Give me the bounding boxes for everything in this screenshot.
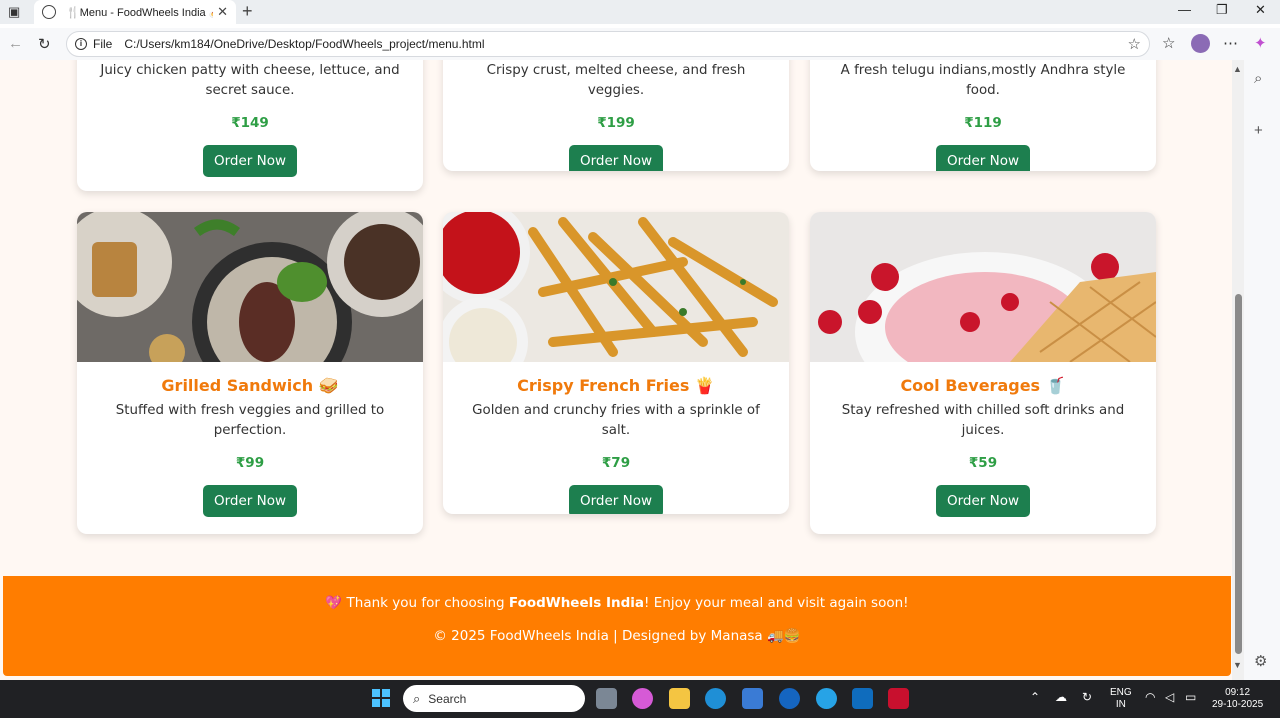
url-text[interactable]: C:/Users/km184/OneDrive/Desktop/FoodWhee… <box>124 37 1127 51</box>
back-icon[interactable]: ← <box>8 35 23 52</box>
cool-beverages-image <box>810 212 1156 362</box>
footer-thanks-suffix: ! Enjoy your meal and visit again soon! <box>644 595 909 611</box>
menu-card-burger: Juicy chicken patty with cheese, lettuce… <box>77 60 423 191</box>
page-content: Juicy chicken patty with cheese, lettuce… <box>0 60 1232 680</box>
card-description: Stuffed with fresh veggies and grilled t… <box>115 403 385 438</box>
copilot-icon[interactable]: ✦ <box>1254 34 1267 52</box>
language-top: ENG <box>1110 687 1132 698</box>
order-now-button[interactable]: Order Now <box>202 145 298 177</box>
footer-thanks-prefix: 💖 Thank you for choosing <box>325 595 509 611</box>
footer-brand: FoodWheels India <box>508 595 645 611</box>
page-scrollbar[interactable]: ▲ ▼ <box>1232 60 1244 680</box>
battery-icon[interactable]: ▭ <box>1185 691 1196 703</box>
site-footer: 💖 Thank you for choosing FoodWheels Indi… <box>3 576 1231 676</box>
file-explorer-icon[interactable] <box>669 688 690 709</box>
tab-menu[interactable]: 🍴Menu - FoodWheels India 🍝🥤 ✕ <box>34 0 236 24</box>
order-now-button[interactable]: Order Now <box>568 145 664 171</box>
task-view-icon[interactable] <box>596 688 617 709</box>
reload-icon[interactable]: ↻ <box>38 35 51 53</box>
order-now-button[interactable]: Order Now <box>935 485 1031 517</box>
hp-icon[interactable] <box>779 688 800 709</box>
menu-card-french-fries: Crispy French Fries 🍟 Golden and crunchy… <box>443 212 789 514</box>
chevron-up-icon[interactable]: ⌃ <box>1030 691 1040 703</box>
tab-strip: ▣ 🍴Menu - FoodWheels India 🍝🥤 ✕ + — ❐ ✕ <box>0 0 1280 24</box>
card-price: ₹199 <box>597 115 635 131</box>
address-bar: ← ↻ i File C:/Users/km184/OneDrive/Deskt… <box>0 28 1280 60</box>
menu-card-cool-beverages: Cool Beverages 🥤 Stay refreshed with chi… <box>810 212 1156 534</box>
windows-start-icon[interactable] <box>372 689 390 707</box>
scheme-label: File <box>93 37 113 51</box>
favorite-star-icon[interactable]: ☆ <box>1128 35 1141 53</box>
card-description: Golden and crunchy fries with a sprinkle… <box>472 403 760 438</box>
language-indicator[interactable]: ENG IN <box>1110 687 1132 711</box>
card-description: Crispy crust, melted cheese, and fresh v… <box>486 63 746 98</box>
side-panel: ⌕ + ⚙ <box>1244 60 1280 680</box>
footer-copyright: © 2025 FoodWheels India | Designed by Ma… <box>433 628 801 644</box>
tab-title: 🍴Menu - FoodWheels India 🍝🥤 <box>66 6 213 19</box>
window-close-icon[interactable]: ✕ <box>1255 2 1266 18</box>
card-title: Crispy French Fries 🍟 <box>517 376 715 395</box>
new-tab-button[interactable]: + <box>242 1 253 22</box>
french-fries-image <box>443 212 789 362</box>
order-now-button[interactable]: Order Now <box>202 485 298 517</box>
clock-time: 09:12 <box>1225 687 1251 698</box>
minimize-icon[interactable]: — <box>1178 2 1191 17</box>
add-icon[interactable]: + <box>1254 122 1263 139</box>
taskbar: ⌕ Search ⌃ ☁ ↻ ENG IN ◠ ◁ ▭ 09:12 29-10-… <box>0 680 1280 718</box>
card-price: ₹149 <box>231 115 269 131</box>
help-icon[interactable] <box>816 688 837 709</box>
card-price: ₹59 <box>968 455 998 471</box>
search-icon[interactable]: ⌕ <box>1254 70 1262 87</box>
globe-icon <box>42 5 56 19</box>
card-description: Stay refreshed with chilled soft drinks … <box>841 403 1125 438</box>
taskbar-search[interactable]: ⌕ Search <box>403 685 585 712</box>
settings-icon[interactable]: ⚙ <box>1254 652 1267 670</box>
clock[interactable]: 09:12 29-10-2025 <box>1212 687 1263 711</box>
scroll-down-icon[interactable]: ▼ <box>1233 660 1242 670</box>
favorites-icon[interactable]: ☆ <box>1162 34 1175 52</box>
url-field[interactable]: i File C:/Users/km184/OneDrive/Desktop/F… <box>66 31 1150 57</box>
tab-actions-icon[interactable]: ▣ <box>8 4 24 20</box>
scroll-thumb[interactable] <box>1235 294 1242 654</box>
menu-card-pizza: Crispy crust, melted cheese, and fresh v… <box>443 60 789 171</box>
card-title: Grilled Sandwich 🥪 <box>161 376 339 395</box>
maximize-icon[interactable]: ❐ <box>1216 2 1228 18</box>
menu-card-grilled-sandwich: Grilled Sandwich 🥪 Stuffed with fresh ve… <box>77 212 423 534</box>
more-menu-icon[interactable]: ⋯ <box>1223 34 1238 52</box>
outlook-icon[interactable] <box>852 688 873 709</box>
mcafee-icon[interactable] <box>888 688 909 709</box>
search-icon: ⌕ <box>413 690 421 706</box>
language-bottom: IN <box>1115 699 1126 710</box>
footer-thanks: 💖 Thank you for choosing FoodWheels Indi… <box>3 595 1231 611</box>
copilot-app-icon[interactable] <box>632 688 653 709</box>
card-price: ₹99 <box>235 455 265 471</box>
card-price: ₹79 <box>601 455 631 471</box>
profile-avatar[interactable] <box>1191 34 1210 53</box>
order-now-button[interactable]: Order Now <box>568 485 664 514</box>
edge-icon[interactable] <box>705 688 726 709</box>
volume-icon[interactable]: ◁ <box>1165 691 1174 703</box>
site-info-icon[interactable]: i <box>75 38 87 50</box>
grilled-sandwich-image <box>77 212 423 362</box>
tab-close-icon[interactable]: ✕ <box>217 4 228 20</box>
card-price: ₹119 <box>964 115 1002 131</box>
taskbar-search-placeholder: Search <box>428 691 467 706</box>
scroll-up-icon[interactable]: ▲ <box>1233 64 1242 74</box>
clock-date: 29-10-2025 <box>1212 699 1264 710</box>
order-now-button[interactable]: Order Now <box>935 145 1031 171</box>
cloud-icon[interactable]: ☁ <box>1055 691 1067 703</box>
card-description: Juicy chicken patty with cheese, lettuce… <box>100 63 400 98</box>
sync-icon[interactable]: ↻ <box>1082 691 1092 703</box>
menu-card-andhra-meals: A fresh telugu indians,mostly Andhra sty… <box>810 60 1156 171</box>
store-icon[interactable] <box>742 688 763 709</box>
card-description: A fresh telugu indians,mostly Andhra sty… <box>840 63 1126 98</box>
wifi-icon[interactable]: ◠ <box>1145 691 1155 703</box>
card-title: Cool Beverages 🥤 <box>900 376 1066 395</box>
